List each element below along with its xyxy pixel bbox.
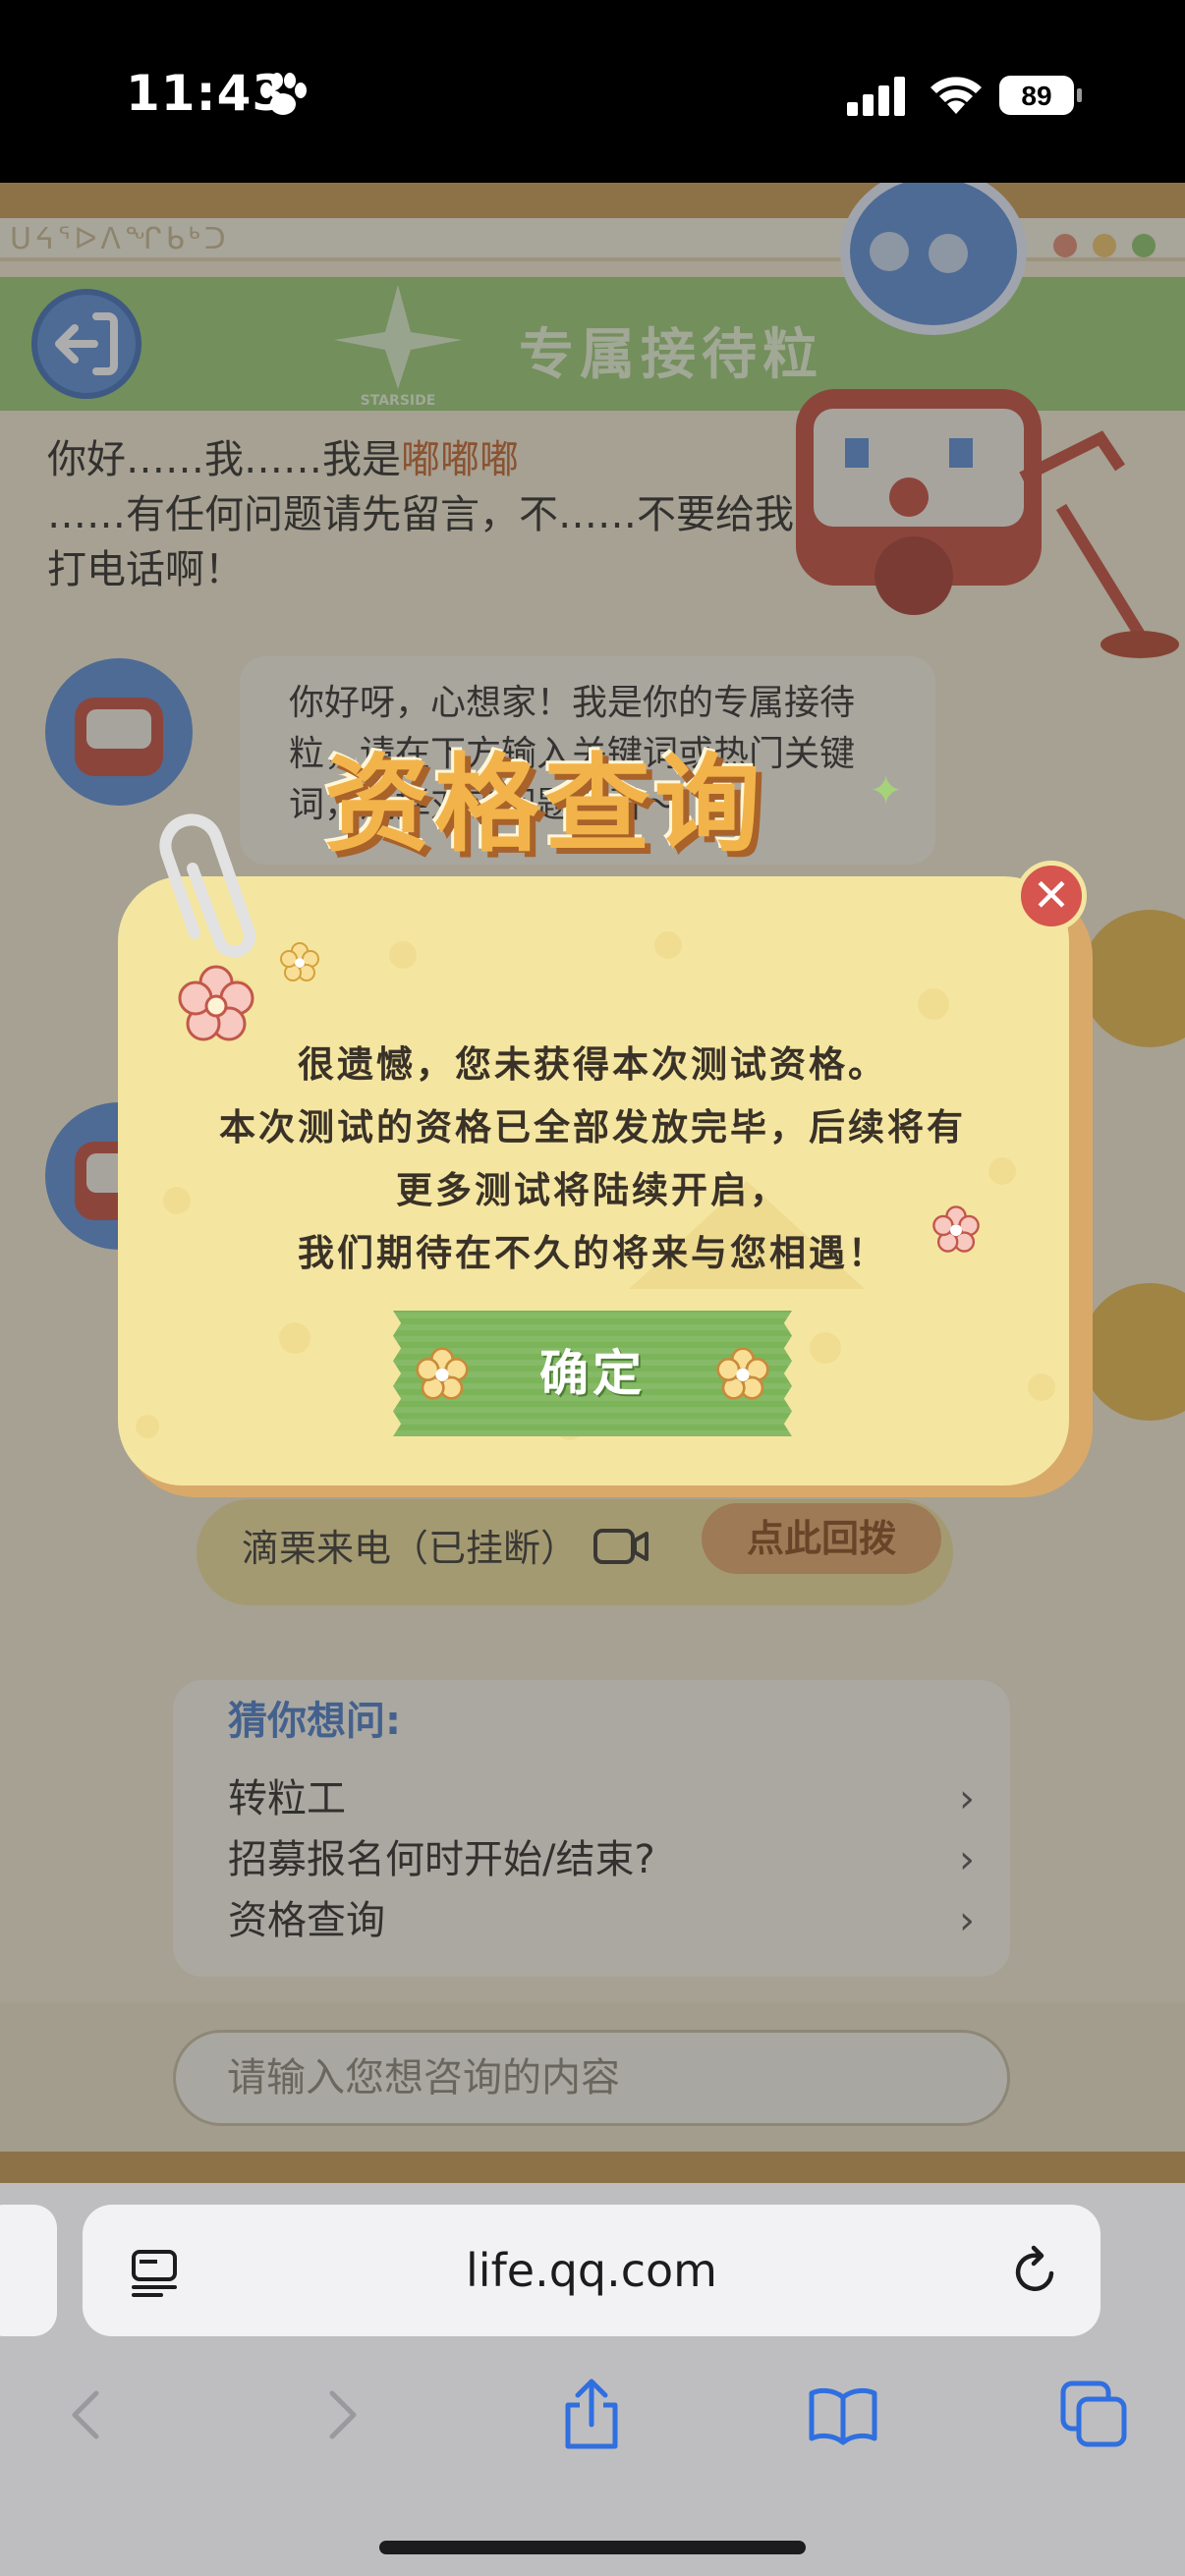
modal-title: 资格查询: [324, 744, 765, 867]
page-menu-icon[interactable]: [130, 2248, 179, 2297]
previous-tab-preview[interactable]: [0, 2205, 57, 2336]
paperclip-icon: [159, 813, 256, 958]
back-chevron-icon[interactable]: [49, 2378, 124, 2452]
wifi-icon: [931, 77, 982, 114]
bookmarks-icon[interactable]: [806, 2378, 880, 2452]
home-indicator: [379, 2541, 806, 2554]
sparkle-icon: ✦: [869, 766, 904, 814]
small-flower-icon: [280, 942, 319, 981]
paw-icon: [260, 73, 307, 115]
status-bar: 11:43 89: [0, 0, 1185, 183]
close-icon: ✕: [1032, 868, 1071, 922]
confirm-button[interactable]: 确定: [393, 1311, 792, 1436]
battery-icon: 89: [999, 76, 1082, 115]
tabs-icon[interactable]: [1057, 2378, 1132, 2452]
url-text[interactable]: life.qq.com: [83, 2205, 1100, 2336]
reload-icon[interactable]: [1008, 2244, 1063, 2299]
battery-level: 89: [1021, 81, 1051, 111]
flower-icon: [716, 1347, 769, 1400]
cellular-signal-icon: [847, 77, 905, 116]
close-button[interactable]: ✕: [1016, 861, 1087, 931]
share-icon[interactable]: [554, 2378, 629, 2452]
modal-message-line-4: 我们期待在不久的将来与您相遇！: [298, 1232, 887, 1274]
modal-message-line-1: 很遗憾，您未获得本次测试资格。: [298, 1043, 887, 1086]
modal-message-line-3: 更多测试将陆续开启，: [396, 1169, 789, 1211]
forward-chevron-icon[interactable]: [305, 2378, 379, 2452]
modal-message-line-2: 本次测试的资格已全部发放完毕，后续将有: [219, 1106, 966, 1148]
